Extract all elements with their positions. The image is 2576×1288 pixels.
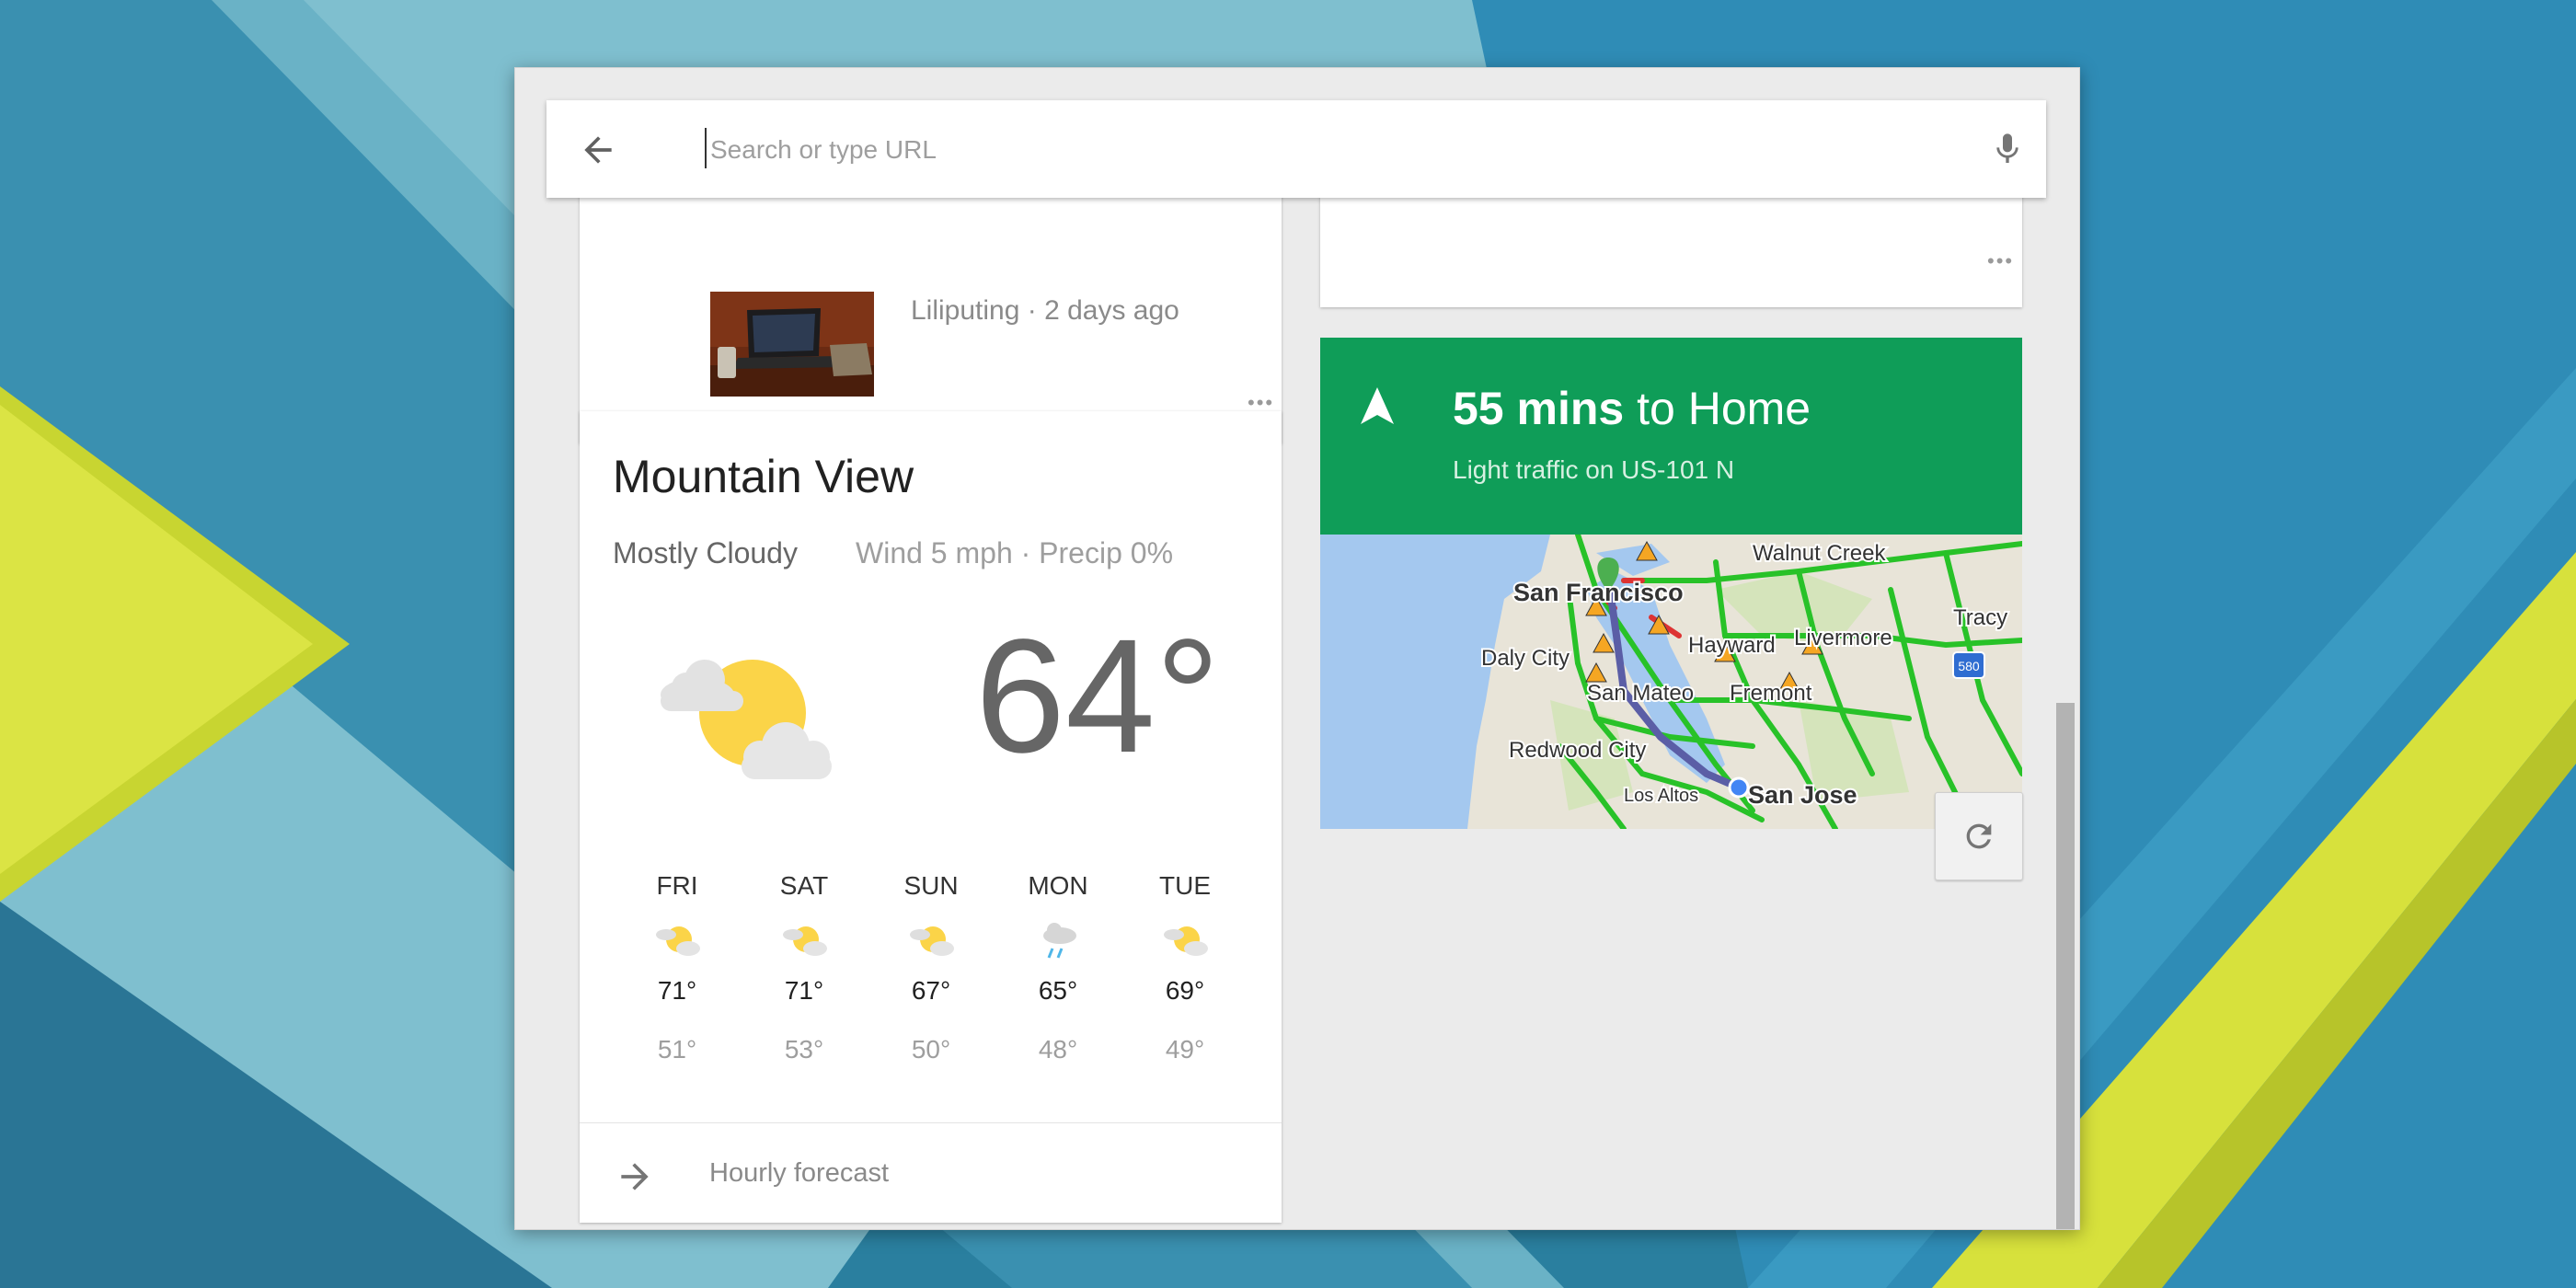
forecast-low: 49° <box>1165 1035 1205 1064</box>
map-label: Hayward <box>1688 633 1776 658</box>
commute-title: 55 mins to Home <box>1453 382 1811 435</box>
search-bar <box>546 100 2046 198</box>
news-card[interactable]: Liliputing · 2 days ago <box>580 188 1282 443</box>
more-dots-icon[interactable]: ••• <box>1987 251 2014 271</box>
traffic-header: 55 mins to Home Light traffic on US-101 … <box>1320 338 2022 535</box>
weather-card: Mountain View Mostly Cloudy Wind 5 mph ·… <box>580 411 1282 1223</box>
forecast-high: 71° <box>657 976 697 1005</box>
back-button[interactable] <box>578 130 618 170</box>
text-caret <box>705 128 707 168</box>
partly-cloudy-icon <box>910 926 954 956</box>
map-label: Redwood City <box>1509 738 1646 763</box>
forecast-high: 71° <box>784 976 824 1005</box>
voice-search-button[interactable] <box>1989 128 2026 170</box>
arrow-back-icon <box>584 136 612 164</box>
partly-cloudy-icon <box>1164 926 1208 956</box>
forecast-day: TUE 69° 49° <box>1121 871 1249 1064</box>
weather-details: Wind 5 mph · Precip 0% <box>856 536 1174 569</box>
arrow-forward-icon <box>621 1163 649 1190</box>
forecast-day-name: MON <box>1028 871 1088 900</box>
forecast-low: 51° <box>657 1035 697 1064</box>
forecast-low: 50° <box>911 1035 951 1064</box>
daily-forecast: FRI 71° 51° SAT 71° 53° SUN 67° 50° MON … <box>613 871 1257 1064</box>
news-source-meta: Liliputing · 2 days ago <box>911 295 1179 326</box>
hourly-forecast-link[interactable]: Hourly forecast <box>709 1158 889 1189</box>
forecast-day-name: FRI <box>656 871 698 900</box>
map-label: Tracy <box>1953 605 2007 630</box>
forecast-low: 48° <box>1038 1035 1078 1064</box>
commute-destination: to Home <box>1637 383 1811 434</box>
navigation-arrow-icon <box>1361 387 1394 424</box>
refresh-button[interactable] <box>1935 792 2023 880</box>
microphone-icon <box>1996 133 2018 163</box>
forecast-high: 69° <box>1165 976 1205 1005</box>
refresh-icon <box>1966 823 1992 849</box>
search-input[interactable] <box>708 122 1908 178</box>
forecast-high: 67° <box>911 976 951 1005</box>
map-label: Livermore <box>1794 626 1892 650</box>
app-launcher-window: Liliputing · 2 days ago ••• Mountain Vie… <box>514 67 2080 1230</box>
card-divider <box>580 1122 1282 1123</box>
map-label: San Francisco <box>1513 579 1684 606</box>
map-label: Los Altos <box>1624 786 1698 806</box>
traffic-map[interactable]: 580 Walnut Creek San Francisco Tracy Dal… <box>1320 535 2022 829</box>
hourly-forecast-button[interactable] <box>615 1156 655 1197</box>
news-thumbnail <box>710 292 874 397</box>
partly-cloudy-icon <box>656 926 700 956</box>
map-label: Fremont <box>1730 681 1812 706</box>
traffic-subtitle: Light traffic on US-101 N <box>1453 455 1735 484</box>
map-label: San Jose <box>1748 781 1857 809</box>
rain-icon <box>1043 923 1076 959</box>
current-temperature: 64° <box>975 606 1221 787</box>
weather-city: Mountain View <box>613 451 914 502</box>
forecast-day: FRI 71° 51° <box>613 871 742 1064</box>
highway-shield-label: 580 <box>1958 659 1980 673</box>
forecast-day: SUN 67° 50° <box>867 871 995 1064</box>
traffic-card[interactable]: 55 mins to Home Light traffic on US-101 … <box>1320 271 2022 829</box>
weather-condition: Mostly Cloudy <box>613 536 798 569</box>
map-label: San Mateo <box>1587 681 1694 706</box>
partly-cloudy-icon <box>783 926 827 956</box>
scrollbar-thumb[interactable] <box>2056 703 2075 1229</box>
forecast-day-name: SAT <box>779 871 829 900</box>
forecast-day-name: SUN <box>903 871 959 900</box>
more-dots-icon[interactable]: ••• <box>1248 393 1274 413</box>
forecast-day: SAT 71° 53° <box>740 871 868 1064</box>
forecast-day: MON 65° 48° <box>994 871 1122 1064</box>
commute-duration: 55 mins <box>1453 383 1625 434</box>
forecast-high: 65° <box>1038 976 1078 1005</box>
map-label: Daly City <box>1481 646 1570 671</box>
forecast-day-name: TUE <box>1159 871 1211 900</box>
map-label: Walnut Creek <box>1753 541 1886 566</box>
partly-cloudy-icon <box>661 660 832 779</box>
forecast-low: 53° <box>784 1035 824 1064</box>
